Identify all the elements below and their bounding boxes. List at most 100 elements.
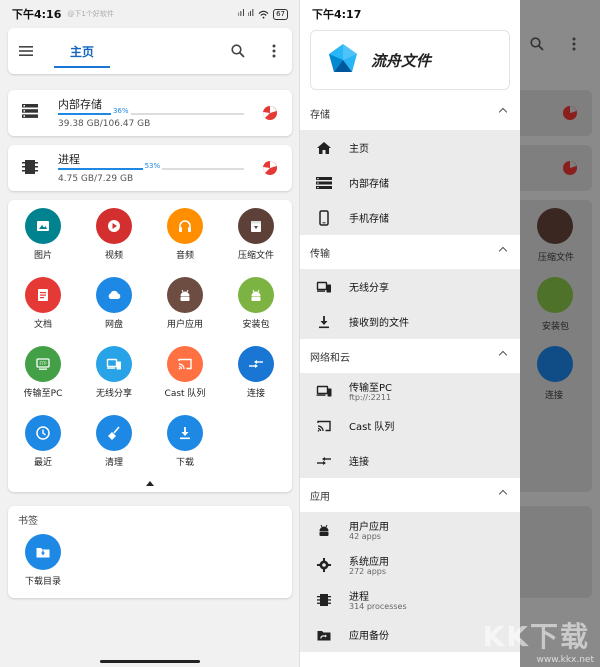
- storage-progress: [58, 113, 244, 115]
- drawer-item[interactable]: 进程 314 processes: [300, 582, 520, 617]
- site-watermark: KK下载: [482, 620, 590, 653]
- section-list: 无线分享 接收到的文件: [300, 269, 520, 339]
- category-archive[interactable]: 压缩文件: [221, 208, 291, 261]
- category-label: 网盘: [104, 320, 123, 330]
- android-icon: [316, 522, 332, 538]
- ftp-icon: FTP: [25, 346, 61, 382]
- category-label: 视频: [104, 251, 123, 261]
- site-watermark-url: www.kkx.net: [536, 655, 595, 665]
- category-label: 无线分享: [95, 389, 132, 399]
- tab-home[interactable]: 主页: [54, 28, 111, 74]
- category-document[interactable]: 文档: [8, 277, 78, 330]
- bookmarks-card: 书签 下载目录: [8, 506, 292, 598]
- collapse-icon[interactable]: [146, 481, 154, 486]
- section-header[interactable]: 存储: [300, 98, 520, 128]
- storage-card-internal[interactable]: 内部存储 36% 39.38 GB/106.47 GB: [8, 90, 292, 136]
- bookmarks-title: 书签: [18, 516, 38, 527]
- category-cast[interactable]: Cast 队列: [150, 346, 220, 399]
- drawer-item[interactable]: Cast 队列: [300, 408, 520, 443]
- section-title: 应用: [310, 491, 330, 503]
- download-icon: [167, 415, 203, 451]
- connect-icon: [316, 453, 332, 469]
- drawer-item[interactable]: 内部存储: [300, 165, 520, 200]
- background-label: 压缩文件: [538, 253, 575, 263]
- category-grid: 图片 视频 音频 压缩文件文档 网盘 用户应用 安装包 FTP 传输至PC 无线分享 Cast 队列…: [8, 200, 292, 492]
- drawer-item[interactable]: 用户应用 42 apps: [300, 512, 520, 547]
- storage-icon: [22, 104, 38, 118]
- storage-size: 39.38 GB/106.47 GB: [58, 119, 151, 129]
- drawer-item-subtitle: 314 processes: [349, 602, 407, 611]
- status-bar: 下午4:17: [300, 0, 520, 28]
- phone-icon: [316, 210, 332, 226]
- drawer-item-label: 进程: [349, 592, 369, 603]
- drawer-item[interactable]: 接收到的文件: [300, 304, 520, 339]
- devices-icon: [316, 279, 332, 295]
- category-connect[interactable]: 连接: [221, 346, 291, 399]
- cast-icon: [167, 346, 203, 382]
- category-android[interactable]: 用户应用: [150, 277, 220, 330]
- category-headphones[interactable]: 音频: [150, 208, 220, 261]
- app-bar: 主页: [8, 28, 292, 74]
- section-header[interactable]: 应用: [300, 480, 520, 510]
- drawer-item[interactable]: 传输至PC ftp://:2211: [300, 373, 520, 408]
- category-ftp[interactable]: FTP 传输至PC: [8, 346, 78, 399]
- status-time: 下午4:17: [312, 8, 362, 21]
- category-play[interactable]: 视频: [79, 208, 149, 261]
- drawer-item[interactable]: 连接: [300, 443, 520, 478]
- drawer-item-subtitle: 272 apps: [349, 567, 387, 576]
- section-title: 存储: [310, 109, 330, 121]
- category-download[interactable]: 下载: [150, 415, 220, 468]
- category-label: 文档: [33, 320, 52, 330]
- drawer-item[interactable]: 系统应用 272 apps: [300, 547, 520, 582]
- category-android[interactable]: 安装包: [221, 277, 291, 330]
- more-options-icon[interactable]: [256, 33, 292, 69]
- drawer-item-label: 连接: [349, 457, 369, 468]
- dimmed-card: [520, 145, 592, 191]
- chevron-up-icon: [498, 107, 508, 117]
- category-cloud[interactable]: 网盘: [79, 277, 149, 330]
- image-icon: [25, 208, 61, 244]
- drawer-item[interactable]: 无线分享: [300, 269, 520, 304]
- drawer-item-label: 传输至PC: [349, 383, 393, 394]
- home-screen: 下午4:16 @下1个好软件 ᵢıl ᵢıl 67 主页 内部存储 36% 39…: [0, 0, 300, 667]
- pie-chart-icon: [563, 106, 577, 120]
- storage-percent: 53%: [142, 162, 163, 170]
- brand-title: 流舟文件: [371, 51, 432, 70]
- more-options-icon: [572, 36, 576, 55]
- pie-chart-icon[interactable]: [262, 105, 278, 121]
- storage-card-process[interactable]: 进程 53% 4.75 GB/7.29 GB: [8, 145, 292, 191]
- menu-icon[interactable]: [8, 33, 44, 69]
- section-header[interactable]: 传输: [300, 237, 520, 267]
- category-image[interactable]: 图片: [8, 208, 78, 261]
- category-label: 传输至PC: [23, 389, 63, 399]
- category-label: 音频: [175, 251, 194, 261]
- category-devices[interactable]: 无线分享: [79, 346, 149, 399]
- battery-icon: 67: [273, 8, 288, 20]
- android-icon: [167, 277, 203, 313]
- category-broom[interactable]: 清理: [79, 415, 149, 468]
- category-label: 安装包: [242, 320, 270, 330]
- section-header[interactable]: 网络和云: [300, 341, 520, 371]
- wifi-icon: [258, 10, 269, 19]
- drawer-item[interactable]: 主页: [300, 130, 520, 165]
- storage-size: 4.75 GB/7.29 GB: [58, 174, 134, 184]
- category-label: 用户应用: [166, 320, 203, 330]
- drawer-item-label: Cast 队列: [349, 422, 395, 433]
- category-label: 清理: [104, 458, 123, 468]
- gesture-bar[interactable]: [100, 660, 200, 663]
- drawer-item[interactable]: 手机存储: [300, 200, 520, 235]
- connect-icon: [537, 346, 573, 382]
- download-folder-icon: [25, 534, 61, 570]
- pie-chart-icon[interactable]: [262, 160, 278, 176]
- connect-icon: [238, 346, 274, 382]
- category-label: 下载: [175, 458, 194, 468]
- search-icon[interactable]: [220, 33, 256, 69]
- download-icon: [316, 314, 332, 330]
- screen-divider: [299, 0, 300, 667]
- signal-icon: ᵢıl ᵢıl: [237, 9, 255, 19]
- category-label: 最近: [33, 458, 52, 468]
- drawer-item-subtitle: ftp://:2211: [349, 393, 392, 402]
- broom-icon: [96, 415, 132, 451]
- bookmark-item[interactable]: 下载目录: [8, 534, 78, 587]
- category-clock[interactable]: 最近: [8, 415, 78, 468]
